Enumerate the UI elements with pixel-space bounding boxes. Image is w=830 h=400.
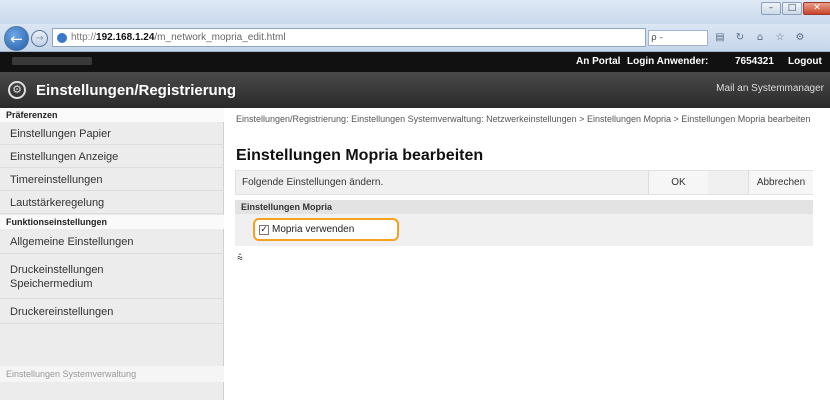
settings-logo-icon: ⚙ [8,81,26,99]
sidebar-item-label: Allgemeine Einstellungen [10,235,134,248]
refresh-icon[interactable]: ↻ [732,30,748,46]
device-name-blurred [12,57,92,65]
favorites-star-icon[interactable]: ☆ [772,30,788,46]
back-to-top-icon[interactable]: ⩯ [237,254,243,264]
logout-link[interactable]: Logout [788,56,822,67]
top-header: An Portal Login Anwender: 7654321 Logout [0,52,830,72]
url-scheme: http:// [71,32,97,43]
section-heading: Einstellungen Mopria [235,200,813,214]
compat-view-icon[interactable]: ▤ [712,30,728,46]
minimize-button[interactable]: – [761,2,781,15]
sidebar: Präferenzen Einstellungen Papier Einstel… [0,108,224,400]
maximize-button[interactable]: □ [782,2,802,15]
sidebar-group-preferences: Präferenzen [0,108,224,122]
sidebar-item-display[interactable]: Einstellungen Anzeige [0,146,224,168]
instruction-text: Folgende Einstellungen ändern. [242,177,384,188]
main-content: Einstellungen/Registrierung: Einstellung… [224,108,830,400]
banner-title: Einstellungen/Registrierung [36,82,237,99]
browser-search-input[interactable]: ρ - [648,30,708,46]
sidebar-item-label: Timereinstellungen [10,173,103,186]
sidebar-item-print-storage[interactable]: Druckeinstellungen Speichermedium [0,255,224,299]
window-controls: – □ ✕ [761,2,830,15]
sidebar-item-label: Lautstärkeregelung [10,196,105,209]
sidebar-item-label: Druckereinstellungen [10,305,114,318]
page-title: Einstellungen Mopria bearbeiten [236,147,484,164]
sidebar-item-label: Einstellungen Papier [10,127,111,140]
page-favicon-icon [57,32,67,43]
browser-window: – □ ✕ ← → http:// 192.168.1.24 /m_networ… [0,0,830,400]
sidebar-item-timer[interactable]: Timereinstellungen [0,169,224,191]
back-button[interactable]: ← [4,26,29,51]
sidebar-group-system: Einstellungen Systemverwaltung [0,366,224,382]
cancel-button[interactable]: Abbrechen [748,171,813,194]
section-body: ✓ Mopria verwenden [235,214,813,246]
arrow-left-icon: ← [10,29,23,48]
login-user-label: Login Anwender: [627,56,709,67]
browser-tools: ρ - ▤ ↻ ⌂ ☆ ⚙ [648,30,808,46]
mopria-checkbox-highlight[interactable]: ✓ Mopria verwenden [253,218,399,241]
gear-icon[interactable]: ⚙ [792,30,808,46]
sidebar-item-volume[interactable]: Lautstärkeregelung [0,192,224,214]
home-icon[interactable]: ⌂ [752,30,768,46]
breadcrumb: Einstellungen/Registrierung: Einstellung… [236,114,811,124]
sidebar-item-label: Einstellungen Anzeige [10,150,119,163]
forward-button[interactable]: → [31,30,48,47]
sidebar-item-label: Druckeinstellungen Speichermedium [10,263,104,290]
portal-link[interactable]: An Portal [576,56,620,67]
page-banner: ⚙ Einstellungen/Registrierung Mail an Sy… [0,72,830,108]
sidebar-item-paper[interactable]: Einstellungen Papier [0,123,224,145]
mail-systemmanager-link[interactable]: Mail an Systemmanager [716,83,824,94]
arrow-right-icon: → [35,33,44,44]
mopria-checkbox-label[interactable]: Mopria verwenden [272,224,354,235]
url-host: 192.168.1.24 [96,32,155,43]
window-titlebar: – □ ✕ [0,0,830,24]
address-bar[interactable]: http:// 192.168.1.24 /m_network_mopria_e… [52,28,646,47]
ok-button[interactable]: OK [648,171,708,194]
sidebar-item-printer[interactable]: Druckereinstellungen [0,300,224,324]
mopria-checkbox[interactable]: ✓ [259,224,269,235]
checkmark-icon: ✓ [260,224,268,235]
sidebar-item-general[interactable]: Allgemeine Einstellungen [0,230,224,254]
close-button[interactable]: ✕ [803,2,830,15]
action-bar: Folgende Einstellungen ändern. OK Abbrec… [235,170,813,195]
sidebar-group-functions: Funktionseinstellungen [0,215,224,229]
browser-navbar: ← → http:// 192.168.1.24 /m_network_mopr… [0,24,830,52]
url-path: /m_network_mopria_edit.html [154,32,286,43]
login-user-id: 7654321 [735,56,774,67]
